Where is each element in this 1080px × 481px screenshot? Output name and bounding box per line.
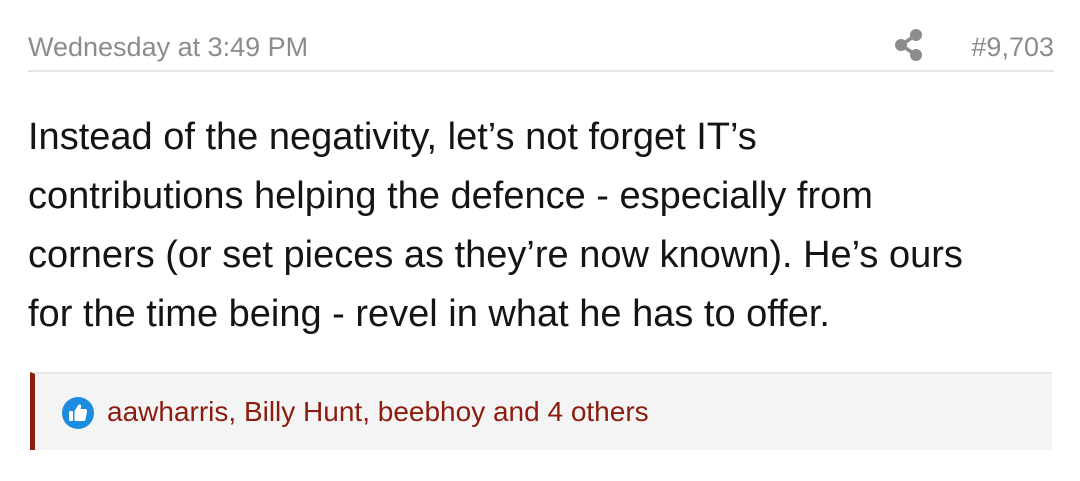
post-message: Instead of the negativity, let’s not for… [28,108,1054,344]
message-line: corners (or set pieces as they’re now kn… [28,234,963,276]
post-header: Wednesday at 3:49 PM #9,703 [28,24,1054,72]
message-line: contributions helping the defence - espe… [28,175,873,217]
message-line: for the time being - revel in what he ha… [28,293,830,335]
message-line: Instead of the negativity, let’s not for… [28,116,757,158]
like-icon [61,396,95,430]
share-icon[interactable] [893,28,925,62]
forum-post: Wednesday at 3:49 PM #9,703 Instead of t… [28,0,1054,481]
reaction-users-link[interactable]: aawharris, Billy Hunt, beebhoy and 4 oth… [107,394,649,430]
post-number-link[interactable]: #9,703 [971,30,1054,64]
post-timestamp[interactable]: Wednesday at 3:49 PM [28,30,308,64]
reactions-bar: aawharris, Billy Hunt, beebhoy and 4 oth… [30,372,1052,450]
